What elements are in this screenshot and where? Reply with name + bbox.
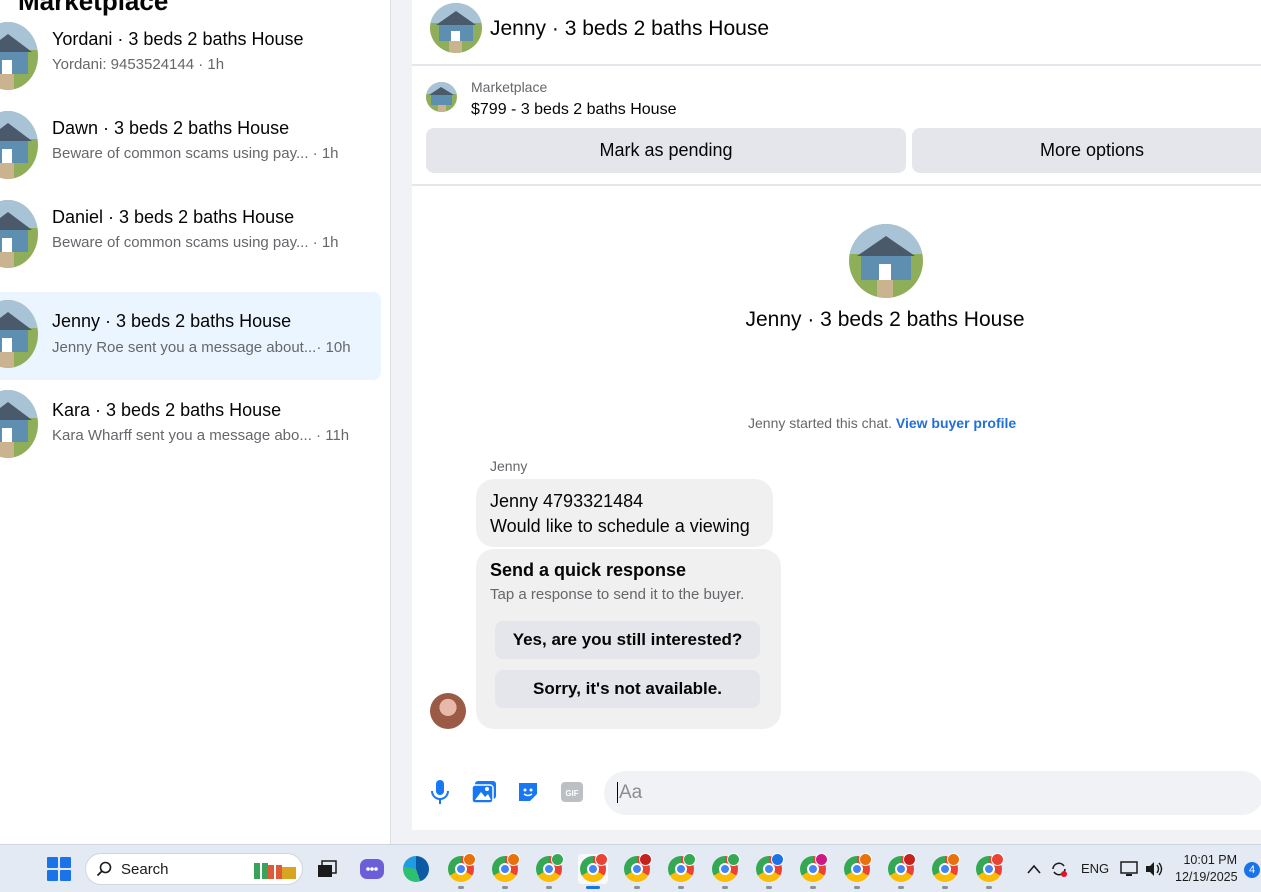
sync-icon[interactable] bbox=[1046, 854, 1072, 884]
task-view-icon[interactable] bbox=[312, 854, 342, 884]
chrome-profile-icon[interactable] bbox=[754, 853, 784, 889]
listing-panel: Marketplace $799 - 3 beds 2 baths House … bbox=[412, 68, 1261, 186]
conversation-item-daniel[interactable]: Daniel · 3 beds 2 baths House Beware of … bbox=[0, 190, 381, 278]
conversation-preview: Beware of common scams using pay... · 1h bbox=[52, 145, 339, 162]
conversation-item-dawn[interactable]: Dawn · 3 beds 2 baths House Beware of co… bbox=[0, 101, 381, 189]
more-options-button[interactable]: More options bbox=[912, 128, 1261, 173]
chat-header: Jenny · 3 beds 2 baths House bbox=[412, 0, 1261, 66]
house-avatar bbox=[0, 300, 38, 368]
windows-start-icon[interactable] bbox=[47, 857, 71, 881]
taskbar-search[interactable]: Search bbox=[85, 853, 303, 885]
chrome-profile-icon[interactable] bbox=[446, 853, 476, 889]
volume-icon[interactable] bbox=[1142, 854, 1166, 884]
teams-chat-icon[interactable] bbox=[357, 854, 387, 884]
house-avatar bbox=[0, 200, 38, 268]
message-input[interactable]: Aa bbox=[604, 771, 1261, 815]
notification-badge[interactable]: 4 bbox=[1244, 862, 1260, 878]
chat-intro-title: Jenny · 3 beds 2 baths House bbox=[745, 308, 1025, 331]
view-buyer-profile-link[interactable]: View buyer profile bbox=[896, 415, 1016, 431]
conversation-preview: Yordani: 9453524144 · 1h bbox=[52, 56, 225, 73]
conversation-item-kara[interactable]: Kara · 3 beds 2 baths House Kara Wharff … bbox=[0, 385, 381, 473]
microphone-icon[interactable] bbox=[426, 778, 454, 806]
conversation-title: Kara · 3 beds 2 baths House bbox=[52, 400, 282, 420]
conversation-preview: Kara Wharff sent you a message abo... · … bbox=[52, 427, 350, 444]
quick-reply-not-available-button[interactable]: Sorry, it's not available. bbox=[495, 670, 760, 708]
chat-started-notice: Jenny started this chat. View buyer prof… bbox=[748, 415, 1017, 431]
conversation-sidebar: Marketplace Yordani · 3 beds 2 baths Hou… bbox=[0, 0, 391, 844]
chat-header-title[interactable]: Jenny · 3 beds 2 baths House bbox=[490, 17, 769, 41]
chrome-profile-icon[interactable] bbox=[886, 853, 916, 889]
conversation-preview: Beware of common scams using pay... · 1h bbox=[52, 234, 339, 251]
chrome-profile-icon[interactable] bbox=[930, 853, 960, 889]
sender-name: Jenny bbox=[490, 458, 528, 474]
gif-icon[interactable]: GIF bbox=[558, 778, 586, 806]
network-icon[interactable] bbox=[1118, 854, 1142, 884]
quick-response-subtitle: Tap a response to send it to the buyer. bbox=[490, 586, 745, 603]
chrome-profile-icon-active[interactable] bbox=[578, 853, 608, 889]
quick-response-title: Send a quick response bbox=[490, 560, 687, 580]
windows-taskbar: Search ENG 10:01 PM 12/19/2025 4 bbox=[0, 844, 1261, 892]
listing-label: Marketplace bbox=[471, 79, 548, 95]
conversation-item-yordani[interactable]: Yordani · 3 beds 2 baths House Yordani: … bbox=[0, 12, 381, 100]
quick-response-card: Send a quick response Tap a response to … bbox=[476, 549, 781, 729]
taskbar-clock[interactable]: 10:01 PM 12/19/2025 bbox=[1175, 852, 1238, 886]
chrome-profile-icon[interactable] bbox=[622, 853, 652, 889]
chrome-profile-icon[interactable] bbox=[798, 853, 828, 889]
photo-icon[interactable] bbox=[470, 778, 498, 806]
conversation-title: Yordani · 3 beds 2 baths House bbox=[52, 29, 304, 49]
chevron-up-icon[interactable] bbox=[1022, 854, 1046, 884]
listing-price-title[interactable]: $799 - 3 beds 2 baths House bbox=[471, 101, 676, 119]
chat-panel: Jenny · 3 beds 2 baths House Marketplace… bbox=[412, 0, 1261, 830]
chrome-profile-icon[interactable] bbox=[842, 853, 872, 889]
search-icon bbox=[96, 861, 112, 877]
house-avatar bbox=[849, 224, 923, 298]
chrome-profile-icon[interactable] bbox=[490, 853, 520, 889]
svg-text:GIF: GIF bbox=[565, 789, 578, 798]
sticker-icon[interactable] bbox=[514, 778, 542, 806]
chrome-profile-icon[interactable] bbox=[534, 853, 564, 889]
edge-browser-icon[interactable] bbox=[401, 854, 431, 884]
chrome-profile-icon[interactable] bbox=[974, 853, 1004, 889]
gift-icon bbox=[254, 863, 296, 879]
quick-reply-still-interested-button[interactable]: Yes, are you still interested? bbox=[495, 621, 760, 659]
conversation-item-jenny[interactable]: Jenny · 3 beds 2 baths House Jenny Roe s… bbox=[0, 292, 381, 380]
conversation-title: Jenny · 3 beds 2 baths House bbox=[52, 311, 292, 331]
language-indicator[interactable]: ENG bbox=[1081, 861, 1109, 876]
message-bubble: Jenny 4793321484 Would like to schedule … bbox=[476, 479, 773, 547]
sender-avatar[interactable] bbox=[430, 693, 466, 729]
house-avatar bbox=[0, 390, 38, 458]
chrome-profile-icon[interactable] bbox=[666, 853, 696, 889]
mark-as-pending-button[interactable]: Mark as pending bbox=[426, 128, 906, 173]
house-avatar bbox=[0, 111, 38, 179]
house-avatar[interactable] bbox=[430, 3, 482, 53]
chrome-profile-icon[interactable] bbox=[710, 853, 740, 889]
listing-thumbnail[interactable] bbox=[426, 82, 457, 112]
house-avatar bbox=[0, 22, 38, 90]
conversation-title: Daniel · 3 beds 2 baths House bbox=[52, 207, 295, 227]
conversation-preview: Jenny Roe sent you a message about...· 1… bbox=[52, 339, 351, 356]
conversation-title: Dawn · 3 beds 2 baths House bbox=[52, 118, 290, 138]
